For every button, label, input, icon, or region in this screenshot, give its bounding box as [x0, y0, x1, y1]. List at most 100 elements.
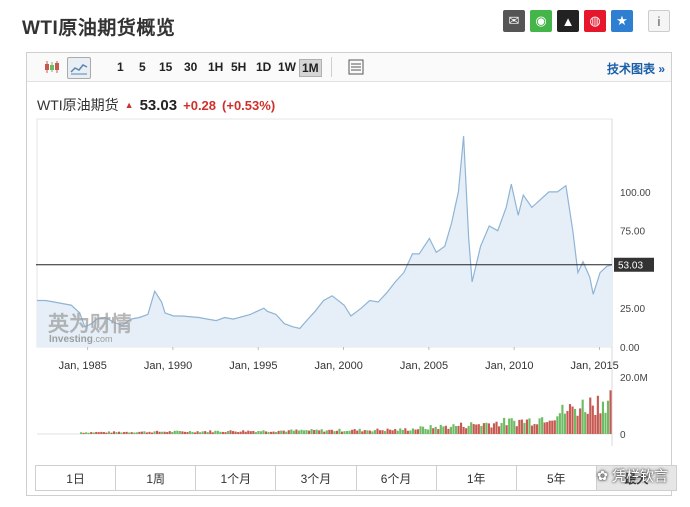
- volume-bar: [285, 431, 288, 434]
- volume-bar: [528, 418, 531, 434]
- y-tick-label: 75.00: [620, 227, 645, 238]
- volume-bar: [150, 432, 154, 434]
- volume-bar: [135, 432, 138, 434]
- range-3[interactable]: 3个月: [276, 466, 357, 490]
- volume-bar: [320, 429, 323, 434]
- range-0[interactable]: 1日: [36, 466, 117, 490]
- volume-bar: [495, 421, 498, 434]
- range-4[interactable]: 6个月: [357, 466, 437, 490]
- volume-bar: [128, 432, 131, 434]
- volume-bar: [313, 429, 316, 434]
- volume-bar: [125, 431, 128, 434]
- volume-bar: [538, 418, 541, 434]
- volume-bar: [604, 412, 607, 434]
- volume-bar: [518, 419, 521, 434]
- x-tick-label: Jan, 2005: [400, 360, 448, 372]
- last-price-label: 53.03: [618, 261, 643, 272]
- volume-bar: [574, 408, 577, 434]
- volume-bar: [579, 408, 582, 434]
- volume-bar: [221, 431, 224, 434]
- volume-bar: [168, 431, 171, 434]
- volume-bar: [591, 405, 594, 434]
- volume-bar: [391, 430, 394, 434]
- range-1[interactable]: 1周: [116, 466, 197, 490]
- volume-bar: [249, 431, 252, 434]
- volume-bar: [416, 429, 420, 434]
- volume-bar: [145, 432, 148, 434]
- range-6[interactable]: 5年: [517, 466, 597, 490]
- volume-bar: [508, 418, 511, 434]
- volume-bar: [206, 432, 209, 434]
- watermark-logo: 英为财情: [48, 312, 132, 336]
- volume-bar: [290, 429, 293, 434]
- volume-bar: [262, 430, 265, 434]
- x-tick-label: Jan, 2000: [315, 360, 363, 372]
- volume-bar: [259, 431, 262, 434]
- volume-bar: [216, 430, 219, 434]
- volume-bar: [277, 430, 280, 434]
- volume-bar: [373, 430, 376, 434]
- volume-bar: [315, 429, 318, 434]
- volume-bar: [470, 422, 473, 434]
- volume-bar: [292, 430, 295, 434]
- volume-bar: [201, 431, 204, 434]
- volume-bar: [543, 422, 546, 434]
- volume-bar: [480, 425, 483, 434]
- volume-bar: [432, 428, 435, 434]
- volume-bar: [348, 430, 351, 434]
- volume-bar: [490, 427, 493, 434]
- volume-bar: [606, 400, 610, 434]
- volume-bar: [166, 432, 169, 434]
- volume-bar: [176, 430, 179, 434]
- volume-bar: [386, 428, 389, 434]
- volume-bar: [297, 430, 300, 434]
- volume-bar: [366, 430, 369, 434]
- volume-bar: [442, 426, 445, 434]
- volume-bar: [462, 426, 465, 434]
- volume-bar: [272, 431, 275, 434]
- watermark-brand: Investing: [49, 334, 93, 345]
- volume-bar: [282, 430, 285, 434]
- volume-bar: [252, 430, 255, 434]
- volume-bar: [280, 430, 283, 434]
- volume-bar: [353, 429, 356, 434]
- volume-bar: [381, 430, 384, 434]
- volume-bar: [237, 432, 240, 434]
- volume-bar: [120, 432, 123, 434]
- volume-bar: [199, 432, 202, 434]
- volume-bar: [325, 430, 328, 434]
- volume-bar: [589, 397, 592, 434]
- volume-bar: [576, 415, 579, 434]
- volume-bar: [338, 428, 341, 434]
- volume-bar: [396, 430, 399, 434]
- volume-bar: [384, 431, 387, 434]
- volume-bar: [505, 425, 508, 434]
- volume-bar: [295, 429, 298, 434]
- volume-bar: [503, 417, 506, 434]
- volume-bar: [378, 430, 382, 434]
- range-5[interactable]: 1年: [437, 466, 517, 490]
- volume-bar: [351, 429, 354, 434]
- volume-bar: [173, 430, 176, 434]
- y-tick-label: 100.00: [620, 188, 651, 199]
- range-2[interactable]: 1个月: [196, 466, 277, 490]
- volume-bar: [133, 432, 136, 434]
- volume-bar: [389, 429, 392, 434]
- volume-bar: [171, 432, 174, 434]
- volume-bar: [232, 431, 235, 434]
- volume-bar: [346, 430, 349, 434]
- volume-bar: [546, 422, 549, 434]
- volume-bar: [100, 431, 103, 434]
- volume-bar: [563, 413, 566, 434]
- volume-bar: [609, 390, 612, 434]
- volume-bar: [515, 426, 518, 434]
- volume-bar: [140, 431, 143, 434]
- volume-bar: [363, 430, 366, 434]
- volume-bar: [138, 431, 141, 434]
- volume-bar: [219, 431, 222, 434]
- volume-tick-label: 0: [620, 430, 626, 441]
- volume-bar: [287, 430, 290, 434]
- volume-bar: [226, 431, 230, 434]
- volume-bar: [520, 419, 523, 434]
- volume-bar: [229, 430, 232, 434]
